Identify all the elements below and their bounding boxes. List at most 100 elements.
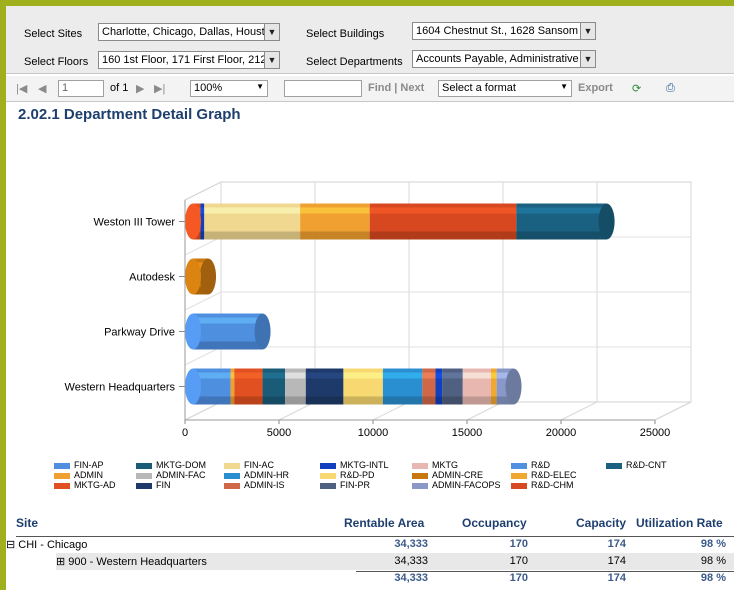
bar-shadow (230, 396, 235, 405)
bar-shadow (516, 231, 607, 240)
bar-highlight (516, 207, 607, 214)
bar-shadow (343, 396, 383, 405)
category-label: Western Headquarters (65, 382, 176, 394)
bar-shadow (422, 396, 436, 405)
bar-highlight (193, 317, 263, 324)
total-area: 34,333 (394, 572, 428, 584)
row-area: 34,333 (394, 555, 428, 567)
legend-item: FIN-AP (54, 460, 104, 470)
bar-end-cap (598, 203, 615, 240)
legend-swatch (136, 472, 152, 479)
bar-highlight (435, 372, 443, 379)
legend-label: R&D-ELEC (531, 470, 577, 480)
category-label: Parkway Drive (104, 327, 175, 339)
legend-item: R&D-CNT (606, 460, 667, 470)
legend-label: FIN-PR (340, 480, 370, 490)
bar-highlight (369, 207, 517, 214)
bar-shadow (490, 396, 497, 405)
legend-label: R&D-PD (340, 470, 375, 480)
bar-highlight (343, 372, 383, 379)
x-tick-label: 5000 (267, 427, 291, 439)
bar-highlight (300, 207, 370, 214)
legend-item: ADMIN-FACOPS (412, 480, 501, 490)
bar-highlight (422, 372, 436, 379)
legend-swatch (511, 472, 527, 479)
bar-shadow (462, 396, 491, 405)
bar-highlight (382, 372, 423, 379)
bar-highlight (462, 372, 491, 379)
floor-plane (184, 401, 692, 421)
legend-swatch (136, 462, 152, 469)
x-tick-label: 15000 (452, 427, 483, 439)
legend-item: MKTG (412, 460, 458, 470)
bar-shadow (369, 231, 517, 240)
legend-item: ADMIN-FAC (136, 470, 206, 480)
department-detail-chart: 0 5000 10000 15000 20000 25000 Weston III Towe… (65, 181, 692, 439)
bar-highlight (200, 207, 205, 214)
legend-item: R&D (511, 460, 550, 470)
legend-swatch (136, 482, 152, 489)
legend-swatch (320, 482, 336, 489)
bar-shadow (285, 396, 306, 405)
legend-swatch (54, 462, 70, 469)
legend-label: ADMIN (74, 470, 103, 480)
total-utilization: 98 % (700, 572, 726, 584)
row-occupancy: 170 (509, 555, 528, 567)
group-row-label[interactable]: ⊟ CHI - Chicago (6, 538, 87, 551)
legend-label: ADMIN-FACOPS (432, 480, 501, 490)
legend-swatch (606, 462, 622, 469)
legend-item: FIN-PR (320, 480, 370, 490)
bar-highlight (230, 372, 235, 379)
legend-item: R&D-PD (320, 470, 375, 480)
legend-item: R&D-ELEC (511, 470, 577, 480)
bar-shadow (204, 231, 301, 240)
total-occupancy: 170 (509, 572, 528, 584)
x-tick-label: 20000 (546, 427, 577, 439)
legend-item: ADMIN-IS (224, 480, 285, 490)
building-row-label[interactable]: ⊞ 900 - Western Headquarters (56, 555, 207, 568)
legend-label: ADMIN-FAC (156, 470, 206, 480)
bar-shadow (305, 396, 344, 405)
bar-highlight (262, 372, 286, 379)
legend-swatch (412, 462, 428, 469)
legend-label: MKTG (432, 460, 458, 470)
legend-swatch (54, 482, 70, 489)
header-capacity: Capacity (576, 516, 627, 530)
legend-item: ADMIN (54, 470, 103, 480)
bar-start-cap (185, 203, 201, 240)
bar-highlight (490, 372, 497, 379)
x-tick-label: 0 (182, 427, 188, 439)
row-utilization: 98 % (700, 555, 726, 567)
bar-shadow (435, 396, 443, 405)
legend-label: R&D (531, 460, 551, 470)
header-divider (16, 536, 734, 537)
legend-swatch (511, 462, 527, 469)
legend-label: R&D-CNT (626, 460, 667, 470)
bar-start-cap (185, 313, 201, 350)
x-tick-label: 10000 (358, 427, 389, 439)
legend-swatch (511, 482, 527, 489)
bar-shadow (193, 341, 263, 350)
legend-label: ADMIN-CRE (432, 470, 483, 480)
legend-swatch (412, 482, 428, 489)
bar-highlight (285, 372, 306, 379)
legend-label: MKTG-DOM (156, 460, 206, 470)
header-rentable-area: Rentable Area (344, 516, 425, 530)
legend-item: ADMIN-CRE (412, 470, 483, 480)
group-capacity: 174 (607, 538, 626, 550)
x-tick-label: 25000 (640, 427, 671, 439)
bar-shadow (442, 396, 463, 405)
bar-end-cap (254, 313, 271, 350)
legend-item: FIN-AC (224, 460, 274, 470)
header-site: Site (16, 516, 39, 530)
bar-start-cap (185, 368, 201, 405)
bar-shadow (262, 396, 286, 405)
bar-start-cap (185, 258, 201, 295)
category-label: Autodesk (129, 272, 175, 284)
bar-highlight (204, 207, 301, 214)
bar-highlight (234, 372, 263, 379)
category-label: Weston III Tower (93, 217, 175, 229)
header-occupancy: Occupancy (462, 516, 527, 530)
bar-end-cap (505, 368, 522, 405)
bar-shadow (200, 231, 205, 240)
